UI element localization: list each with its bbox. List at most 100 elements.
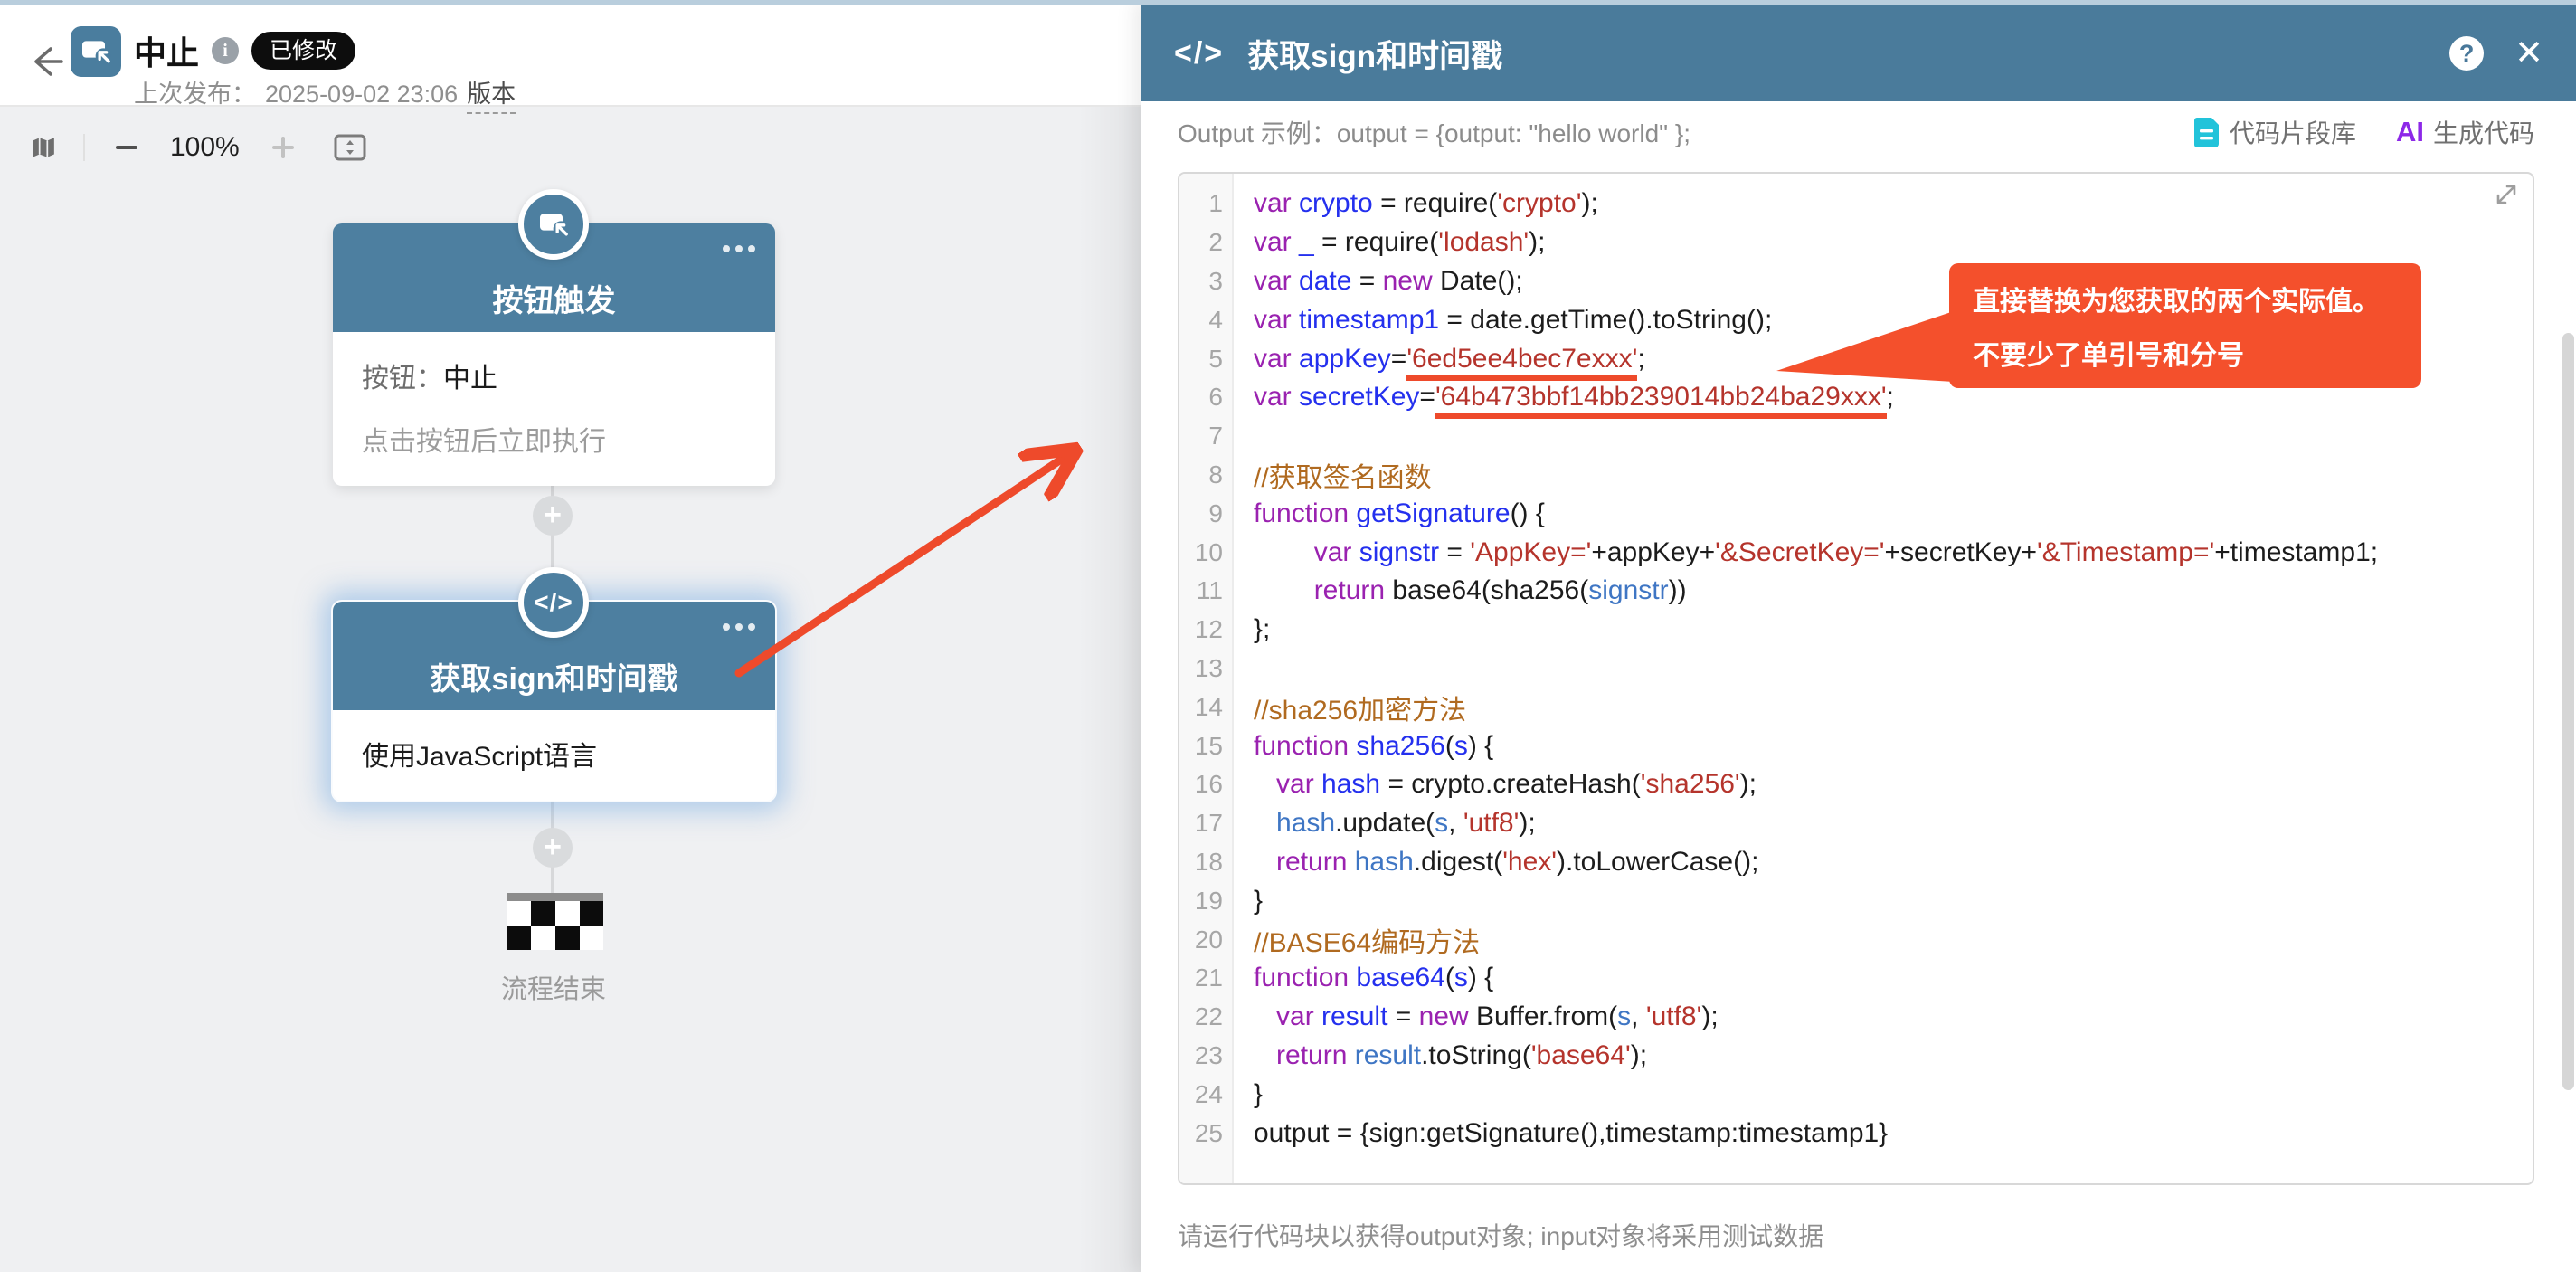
status-badge: 已修改	[251, 32, 355, 70]
line-number: 16	[1179, 770, 1234, 799]
expand-icon	[2493, 181, 2520, 208]
window-top-strip	[0, 0, 2576, 5]
code-line[interactable]: 22 var result = new Buffer.from(s, 'utf8…	[1179, 998, 2533, 1037]
line-number: 17	[1179, 809, 1234, 838]
ai-generate-code-button[interactable]: AI 生成代码	[2396, 114, 2534, 150]
panel-title: 获取sign和时间戳	[1247, 31, 1502, 77]
node1-menu-button[interactable]	[723, 245, 755, 252]
code-line[interactable]: 14//sha256加密方法	[1179, 688, 2533, 726]
panel-scrollbar[interactable]	[2562, 333, 2574, 1090]
add-step-button-2[interactable]: +	[533, 828, 573, 868]
callout-wedge	[1775, 308, 1956, 384]
canvas-toolbar: 100%	[31, 123, 366, 172]
code-icon: </>	[534, 588, 573, 617]
code-line[interactable]: 20//BASE64编码方法	[1179, 920, 2533, 959]
back-button[interactable]	[25, 42, 65, 81]
zoom-level: 100%	[170, 132, 240, 163]
info-icon[interactable]: i	[212, 37, 239, 64]
line-number: 9	[1179, 499, 1234, 528]
node-button-trigger[interactable]: 按钮触发 按钮：中止 点击按钮后立即执行	[333, 223, 775, 486]
page-title: 中止	[134, 27, 199, 74]
line-number: 25	[1179, 1119, 1234, 1148]
flow-end	[507, 893, 603, 955]
node2-menu-button[interactable]	[723, 623, 755, 631]
code-line[interactable]: 10 var signstr = 'AppKey='+appKey+'&Secr…	[1179, 533, 2533, 572]
node1-body: 按钮：中止 点击按钮后立即执行	[333, 332, 775, 486]
add-step-button-1[interactable]: +	[533, 496, 573, 536]
line-number: 11	[1179, 576, 1234, 605]
minus-icon	[116, 146, 137, 149]
annotation-callout: 直接替换为您获取的两个实际值。 不要少了单引号和分号	[1949, 263, 2421, 388]
line-number: 10	[1179, 538, 1234, 567]
callout-line2: 不要少了单引号和分号	[1973, 333, 2398, 373]
code-line[interactable]: 11 return base64(sha256(signstr))	[1179, 572, 2533, 611]
line-number: 6	[1179, 383, 1234, 412]
flow-canvas[interactable]: 100% 按钮触发	[0, 107, 1141, 1272]
workflow-app: 中止 i 已修改 上次发布： 2025-09-02 23:06 版本 100%	[0, 0, 2576, 1272]
code-line[interactable]: 13	[1179, 650, 2533, 688]
button-trigger-icon	[535, 206, 572, 242]
line-number: 24	[1179, 1080, 1234, 1109]
version-link[interactable]: 版本	[467, 74, 516, 114]
code-line[interactable]: 24}	[1179, 1075, 2533, 1114]
code-snippet-library-button[interactable]: 代码片段库	[2194, 114, 2356, 150]
code-line[interactable]: 21function base64(s) {	[1179, 959, 2533, 998]
line-number: 14	[1179, 693, 1234, 722]
node1-field-value: 中止	[443, 364, 497, 394]
node1-title: 按钮触发	[333, 276, 775, 320]
ai-button-label: 生成代码	[2433, 114, 2534, 150]
node2-title: 获取sign和时间戳	[333, 654, 775, 698]
back-arrow-icon	[25, 42, 65, 81]
code-block-panel: </> 获取sign和时间戳 ? ✕ Output 示例：output = {o…	[1141, 0, 2576, 1272]
code-line[interactable]: 7	[1179, 417, 2533, 456]
toolbar-divider	[83, 134, 85, 161]
output-example-row: Output 示例：output = {output: "hello world…	[1178, 114, 2534, 150]
code-line[interactable]: 15function sha256(s) {	[1179, 726, 2533, 765]
code-line[interactable]: 1var crypto = require('crypto');	[1179, 185, 2533, 223]
code-line[interactable]: 12};	[1179, 611, 2533, 650]
code-line[interactable]: 9function getSignature() {	[1179, 494, 2533, 533]
snippet-doc-icon	[2194, 118, 2219, 147]
node1-field-label: 按钮：	[362, 364, 443, 394]
node1-description: 点击按钮后立即执行	[362, 419, 746, 459]
line-number: 5	[1179, 345, 1234, 374]
code-line[interactable]: 18 return hash.digest('hex').toLowerCase…	[1179, 843, 2533, 882]
help-button[interactable]: ?	[2449, 36, 2484, 71]
code-line[interactable]: 16 var hash = crypto.createHash('sha256'…	[1179, 765, 2533, 804]
node2-description: 使用JavaScript语言	[362, 734, 746, 774]
code-line[interactable]: 2var _ = require('lodash');	[1179, 223, 2533, 262]
node1-type-icon	[518, 189, 589, 260]
line-number: 2	[1179, 228, 1234, 257]
line-number: 21	[1179, 963, 1234, 992]
line-number: 18	[1179, 848, 1234, 877]
line-number: 20	[1179, 926, 1234, 954]
zoom-in-button[interactable]	[272, 137, 294, 158]
fit-view-button[interactable]	[334, 133, 366, 162]
ai-icon: AI	[2396, 116, 2424, 148]
code-line[interactable]: 17 hash.update(s, 'utf8');	[1179, 804, 2533, 843]
code-line[interactable]: 25output = {sign:getSignature(),timestam…	[1179, 1114, 2533, 1153]
code-icon: </>	[1174, 36, 1224, 71]
map-icon	[31, 135, 56, 160]
line-number: 22	[1179, 1002, 1234, 1031]
output-example-text: Output 示例：output = {output: "hello world…	[1178, 114, 1690, 150]
code-line[interactable]: 8//获取签名函数	[1179, 456, 2533, 495]
node2-body: 使用JavaScript语言	[333, 710, 775, 801]
minimap-button[interactable]	[31, 135, 56, 160]
zoom-out-button[interactable]	[116, 146, 137, 149]
close-button[interactable]: ✕	[2514, 36, 2543, 71]
node2-type-icon: </>	[518, 567, 589, 638]
line-number: 13	[1179, 654, 1234, 683]
app-icon	[71, 26, 121, 77]
plus-icon	[272, 137, 294, 158]
line-number: 19	[1179, 887, 1234, 916]
expand-editor-button[interactable]	[2493, 181, 2520, 213]
line-number: 8	[1179, 460, 1234, 489]
snippet-button-label: 代码片段库	[2230, 114, 2356, 150]
code-line[interactable]: 23 return result.toString('base64');	[1179, 1037, 2533, 1076]
panel-shadow	[1078, 107, 1141, 1272]
line-number: 1	[1179, 189, 1234, 218]
code-line[interactable]: 19}	[1179, 881, 2533, 920]
line-number: 7	[1179, 422, 1234, 451]
line-number: 15	[1179, 732, 1234, 761]
